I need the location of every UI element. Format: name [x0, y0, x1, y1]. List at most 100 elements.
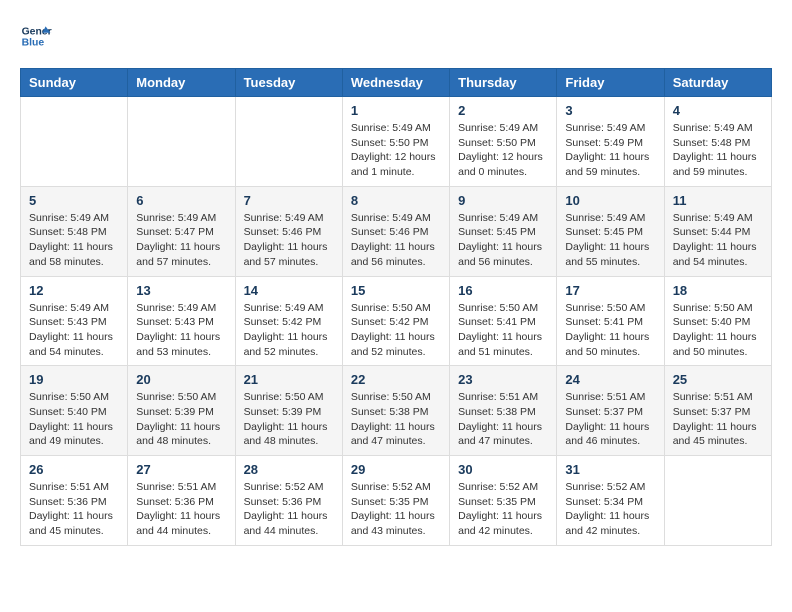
calendar-cell: 27 Sunrise: 5:51 AMSunset: 5:36 PMDayligh…: [128, 456, 235, 546]
calendar-cell: 22 Sunrise: 5:50 AMSunset: 5:38 PMDayligh…: [342, 366, 449, 456]
calendar-cell: 11Sunrise: 5:49 AMSunset: 5:44 PMDayligh…: [664, 186, 771, 276]
day-number: 31: [565, 462, 655, 477]
calendar-cell: 25Sunrise: 5:51 AMSunset: 5:37 PMDayligh…: [664, 366, 771, 456]
day-detail: Sunrise: 5:49 AMSunset: 5:45 PMDaylight:…: [565, 211, 655, 270]
calendar-cell: 7 Sunrise: 5:49 AMSunset: 5:46 PMDaylight…: [235, 186, 342, 276]
day-detail: Sunrise: 5:52 AMSunset: 5:35 PMDaylight:…: [351, 480, 441, 539]
day-number: 25: [673, 372, 763, 387]
day-detail: Sunrise: 5:50 AMSunset: 5:40 PMDaylight:…: [673, 301, 763, 360]
calendar-cell: 14 Sunrise: 5:49 AMSunset: 5:42 PMDayligh…: [235, 276, 342, 366]
day-number: 5: [29, 193, 119, 208]
day-detail: Sunrise: 5:50 AMSunset: 5:41 PMDaylight:…: [458, 301, 548, 360]
calendar-week-row: 12 Sunrise: 5:49 AMSunset: 5:43 PMDayligh…: [21, 276, 772, 366]
calendar-cell: 1 Sunrise: 5:49 AMSunset: 5:50 PMDaylight…: [342, 97, 449, 187]
calendar-cell: 3Sunrise: 5:49 AMSunset: 5:49 PMDaylight…: [557, 97, 664, 187]
day-number: 7: [244, 193, 334, 208]
day-detail: Sunrise: 5:49 AMSunset: 5:50 PMDaylight:…: [351, 121, 441, 180]
day-detail: Sunrise: 5:49 AMSunset: 5:50 PMDaylight:…: [458, 121, 548, 180]
day-number: 23: [458, 372, 548, 387]
calendar-cell: [128, 97, 235, 187]
calendar-cell: 24Sunrise: 5:51 AMSunset: 5:37 PMDayligh…: [557, 366, 664, 456]
calendar-week-row: 19Sunrise: 5:50 AMSunset: 5:40 PMDayligh…: [21, 366, 772, 456]
day-number: 22: [351, 372, 441, 387]
day-number: 15: [351, 283, 441, 298]
day-detail: Sunrise: 5:50 AMSunset: 5:38 PMDaylight:…: [351, 390, 441, 449]
day-number: 9: [458, 193, 548, 208]
day-number: 2: [458, 103, 548, 118]
day-number: 13: [136, 283, 226, 298]
day-number: 16: [458, 283, 548, 298]
calendar-cell: [235, 97, 342, 187]
day-detail: Sunrise: 5:49 AMSunset: 5:43 PMDaylight:…: [29, 301, 119, 360]
day-detail: Sunrise: 5:51 AMSunset: 5:38 PMDaylight:…: [458, 390, 548, 449]
day-number: 6: [136, 193, 226, 208]
calendar-cell: 19Sunrise: 5:50 AMSunset: 5:40 PMDayligh…: [21, 366, 128, 456]
column-header-thursday: Thursday: [450, 69, 557, 97]
day-detail: Sunrise: 5:52 AMSunset: 5:34 PMDaylight:…: [565, 480, 655, 539]
day-number: 24: [565, 372, 655, 387]
day-number: 30: [458, 462, 548, 477]
day-number: 1: [351, 103, 441, 118]
logo: General Blue: [20, 20, 56, 52]
day-detail: Sunrise: 5:50 AMSunset: 5:39 PMDaylight:…: [136, 390, 226, 449]
day-number: 4: [673, 103, 763, 118]
day-number: 21: [244, 372, 334, 387]
calendar-cell: 9 Sunrise: 5:49 AMSunset: 5:45 PMDaylight…: [450, 186, 557, 276]
calendar-cell: 31 Sunrise: 5:52 AMSunset: 5:34 PMDayligh…: [557, 456, 664, 546]
calendar-cell: 18Sunrise: 5:50 AMSunset: 5:40 PMDayligh…: [664, 276, 771, 366]
calendar-cell: [21, 97, 128, 187]
column-header-friday: Friday: [557, 69, 664, 97]
day-detail: Sunrise: 5:52 AMSunset: 5:35 PMDaylight:…: [458, 480, 548, 539]
day-detail: Sunrise: 5:51 AMSunset: 5:36 PMDaylight:…: [136, 480, 226, 539]
day-number: 10: [565, 193, 655, 208]
day-detail: Sunrise: 5:50 AMSunset: 5:41 PMDaylight:…: [565, 301, 655, 360]
calendar-week-row: 26 Sunrise: 5:51 AMSunset: 5:36 PMDayligh…: [21, 456, 772, 546]
calendar-cell: 23 Sunrise: 5:51 AMSunset: 5:38 PMDayligh…: [450, 366, 557, 456]
day-detail: Sunrise: 5:49 AMSunset: 5:45 PMDaylight:…: [458, 211, 548, 270]
calendar-cell: 8 Sunrise: 5:49 AMSunset: 5:46 PMDaylight…: [342, 186, 449, 276]
calendar-cell: 10 Sunrise: 5:49 AMSunset: 5:45 PMDayligh…: [557, 186, 664, 276]
day-detail: Sunrise: 5:49 AMSunset: 5:43 PMDaylight:…: [136, 301, 226, 360]
calendar-cell: 6 Sunrise: 5:49 AMSunset: 5:47 PMDaylight…: [128, 186, 235, 276]
day-detail: Sunrise: 5:49 AMSunset: 5:46 PMDaylight:…: [351, 211, 441, 270]
calendar-week-row: 5 Sunrise: 5:49 AMSunset: 5:48 PMDaylight…: [21, 186, 772, 276]
day-number: 3: [565, 103, 655, 118]
calendar-week-row: 1 Sunrise: 5:49 AMSunset: 5:50 PMDaylight…: [21, 97, 772, 187]
day-number: 27: [136, 462, 226, 477]
day-detail: Sunrise: 5:49 AMSunset: 5:46 PMDaylight:…: [244, 211, 334, 270]
column-header-wednesday: Wednesday: [342, 69, 449, 97]
day-number: 8: [351, 193, 441, 208]
calendar-cell: 17Sunrise: 5:50 AMSunset: 5:41 PMDayligh…: [557, 276, 664, 366]
calendar-table: SundayMondayTuesdayWednesdayThursdayFrid…: [20, 68, 772, 546]
day-number: 26: [29, 462, 119, 477]
day-number: 28: [244, 462, 334, 477]
day-detail: Sunrise: 5:49 AMSunset: 5:44 PMDaylight:…: [673, 211, 763, 270]
day-number: 14: [244, 283, 334, 298]
calendar-cell: 4 Sunrise: 5:49 AMSunset: 5:48 PMDaylight…: [664, 97, 771, 187]
day-number: 20: [136, 372, 226, 387]
column-header-sunday: Sunday: [21, 69, 128, 97]
calendar-cell: 16 Sunrise: 5:50 AMSunset: 5:41 PMDayligh…: [450, 276, 557, 366]
day-detail: Sunrise: 5:51 AMSunset: 5:36 PMDaylight:…: [29, 480, 119, 539]
calendar-cell: 21 Sunrise: 5:50 AMSunset: 5:39 PMDayligh…: [235, 366, 342, 456]
calendar-cell: 12 Sunrise: 5:49 AMSunset: 5:43 PMDayligh…: [21, 276, 128, 366]
calendar-cell: [664, 456, 771, 546]
day-detail: Sunrise: 5:50 AMSunset: 5:39 PMDaylight:…: [244, 390, 334, 449]
day-detail: Sunrise: 5:49 AMSunset: 5:48 PMDaylight:…: [29, 211, 119, 270]
day-detail: Sunrise: 5:50 AMSunset: 5:40 PMDaylight:…: [29, 390, 119, 449]
day-detail: Sunrise: 5:49 AMSunset: 5:48 PMDaylight:…: [673, 121, 763, 180]
day-number: 29: [351, 462, 441, 477]
column-header-saturday: Saturday: [664, 69, 771, 97]
day-detail: Sunrise: 5:49 AMSunset: 5:47 PMDaylight:…: [136, 211, 226, 270]
svg-text:Blue: Blue: [22, 38, 45, 49]
column-header-monday: Monday: [128, 69, 235, 97]
day-number: 12: [29, 283, 119, 298]
calendar-cell: 29 Sunrise: 5:52 AMSunset: 5:35 PMDayligh…: [342, 456, 449, 546]
page-header: General Blue: [20, 20, 772, 52]
calendar-cell: 13 Sunrise: 5:49 AMSunset: 5:43 PMDayligh…: [128, 276, 235, 366]
day-detail: Sunrise: 5:50 AMSunset: 5:42 PMDaylight:…: [351, 301, 441, 360]
logo-icon: General Blue: [20, 20, 52, 52]
calendar-cell: 28Sunrise: 5:52 AMSunset: 5:36 PMDayligh…: [235, 456, 342, 546]
calendar-header-row: SundayMondayTuesdayWednesdayThursdayFrid…: [21, 69, 772, 97]
day-detail: Sunrise: 5:49 AMSunset: 5:42 PMDaylight:…: [244, 301, 334, 360]
